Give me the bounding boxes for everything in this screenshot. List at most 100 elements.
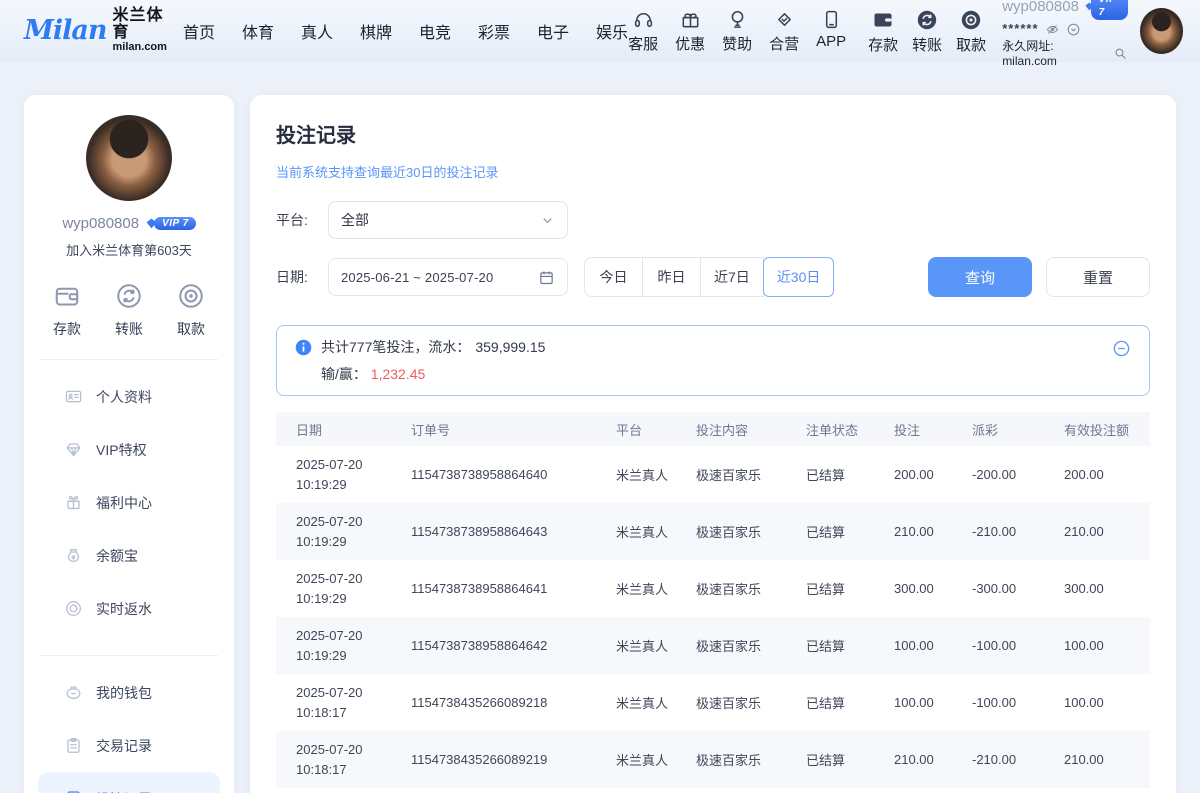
cell-valid: 210.00	[1044, 524, 1150, 539]
wallet-action-1[interactable]: 转账	[912, 8, 942, 55]
wallet-action-label: 转账	[912, 34, 942, 55]
sidebar-shortcut-0[interactable]: 存款	[52, 281, 82, 339]
topnav-item[interactable]: 电竞	[419, 19, 451, 43]
sidebar-item-3[interactable]: 余额宝	[38, 529, 220, 582]
sidebar-item-label: 投注记录	[96, 789, 152, 793]
headset-icon	[632, 8, 655, 31]
cell-platform: 米兰真人	[596, 750, 676, 769]
vip-badge[interactable]: VIP 7	[1084, 0, 1128, 20]
cell-datetime: 2025-07-2010:18:17	[276, 740, 391, 779]
table-header-cell: 平台	[596, 420, 676, 439]
cell-order: 1154738435266089218	[391, 695, 596, 710]
topnav-item[interactable]: 体育	[242, 19, 274, 43]
bet-records-icon	[64, 789, 83, 793]
topnav-item[interactable]: 棋牌	[360, 19, 392, 43]
cell-payout: -210.00	[952, 524, 1044, 539]
quick-action-0[interactable]: 客服	[628, 8, 658, 54]
sidebar: wyp080808 VIP 7 加入米兰体育第603天 存款转账取款 个人资料V…	[24, 95, 234, 793]
cell-payout: -210.00	[952, 752, 1044, 767]
permanent-url-label: 永久网址: milan.com	[1002, 39, 1110, 69]
refresh-circle-icon[interactable]	[1066, 22, 1081, 37]
vip-level-label: VIP 7	[1091, 0, 1128, 20]
quick-range-3[interactable]: 近30日	[763, 257, 835, 297]
sidebar-item-2[interactable]: 福利中心	[38, 476, 220, 529]
wallet-icon	[52, 281, 82, 311]
cell-status: 已结算	[786, 522, 874, 541]
topnav-item[interactable]: 真人	[301, 19, 333, 43]
cell-date: 2025-07-20	[296, 455, 391, 475]
sidebar-vip-badge[interactable]: VIP 7	[145, 217, 196, 230]
quick-action-1[interactable]: 优惠	[675, 8, 705, 54]
table-header-cell: 日期	[276, 420, 391, 439]
topnav-item[interactable]: 首页	[183, 19, 215, 43]
top-bar: Milan 米兰体育 milan.com 首页 体育 真人 棋牌 电竞 彩票 电子 娱乐 客服…	[0, 0, 1200, 62]
cell-time: 10:18:17	[296, 760, 391, 780]
sidebar-shortcut-1[interactable]: 转账	[114, 281, 144, 339]
avatar[interactable]	[1140, 8, 1184, 54]
topnav-item[interactable]: 娱乐	[596, 19, 628, 43]
cell-valid: 200.00	[1044, 467, 1150, 482]
cell-valid: 210.00	[1044, 752, 1150, 767]
sidebar-shortcut-2[interactable]: 取款	[176, 281, 206, 339]
username: wyp080808	[1002, 0, 1079, 16]
cell-status: 已结算	[786, 579, 874, 598]
transfer-filled-icon	[915, 8, 939, 32]
quick-action-label: 合营	[769, 33, 799, 54]
sidebar-item-label: 个人资料	[96, 387, 152, 407]
idcard-icon	[64, 387, 83, 406]
rebate-icon	[64, 599, 83, 618]
quick-actions: 客服优惠赞助合营 APP	[628, 8, 846, 54]
brand-logo-script: Milan	[24, 15, 107, 46]
wallet-action-2[interactable]: 取款	[956, 8, 986, 55]
date-label: 日期:	[276, 267, 328, 287]
cell-time: 10:19:29	[296, 475, 391, 495]
sidebar-item-0[interactable]: 个人资料	[38, 370, 220, 423]
cell-datetime: 2025-07-2010:19:29	[276, 626, 391, 665]
platform-select[interactable]: 全部	[328, 201, 568, 239]
cell-order: 1154738738958864642	[391, 638, 596, 653]
divider	[40, 359, 218, 360]
topnav-item[interactable]: 彩票	[478, 19, 510, 43]
table-row: 2025-07-2010:19:291154738738958864642米兰真…	[276, 617, 1150, 674]
date-range-input[interactable]: 2025-06-21 ~ 2025-07-20	[328, 258, 568, 296]
partner-icon	[773, 8, 796, 31]
quick-action-4[interactable]: APP	[816, 8, 846, 54]
quick-range-0[interactable]: 今日	[584, 257, 643, 297]
cell-bet: 210.00	[874, 752, 952, 767]
wallet-actions: 存款转账取款	[868, 8, 986, 55]
summary-winloss-label: 输/赢：	[321, 366, 367, 382]
sidebar-item-1[interactable]: 交易记录	[38, 719, 220, 772]
sidebar-vip-level-label: VIP 7	[154, 217, 196, 230]
magnifier-icon[interactable]	[1113, 46, 1128, 61]
cell-content: 极速百家乐	[676, 465, 786, 484]
query-button[interactable]: 查询	[928, 257, 1032, 297]
cell-content: 极速百家乐	[676, 750, 786, 769]
cell-bet: 300.00	[874, 581, 952, 596]
sidebar-item-4[interactable]: 实时返水	[38, 582, 220, 635]
sidebar-item-label: 我的钱包	[96, 683, 152, 703]
date-filter-row: 日期: 2025-06-21 ~ 2025-07-20 今日昨日近7日近30日 …	[276, 257, 1150, 297]
eye-off-icon[interactable]	[1045, 22, 1060, 37]
sidebar-item-2[interactable]: 投注记录	[38, 772, 220, 793]
quick-action-2[interactable]: 赞助	[722, 8, 752, 54]
cell-date: 2025-07-20	[296, 626, 391, 646]
quick-range-2[interactable]: 近7日	[700, 257, 764, 297]
gift-icon	[679, 8, 702, 31]
withdraw-filled-icon	[959, 8, 983, 32]
cell-bet: 210.00	[874, 524, 952, 539]
collapse-icon[interactable]	[1112, 339, 1131, 358]
quick-action-3[interactable]: 合营	[769, 8, 799, 54]
wallet-action-0[interactable]: 存款	[868, 8, 898, 55]
cell-time: 10:18:17	[296, 703, 391, 723]
topnav-item[interactable]: 电子	[537, 19, 569, 43]
reset-button[interactable]: 重置	[1046, 257, 1150, 297]
wallet-action-label: 取款	[956, 34, 986, 55]
brand-logo[interactable]: Milan 米兰体育 milan.com	[24, 8, 167, 53]
shortcut-label: 存款	[53, 319, 81, 339]
sidebar-item-0[interactable]: 我的钱包	[38, 666, 220, 719]
cell-date: 2025-07-20	[296, 512, 391, 532]
quick-range-1[interactable]: 昨日	[642, 257, 701, 297]
transactions-icon	[64, 736, 83, 755]
brand-name: 米兰体育	[113, 8, 167, 42]
sidebar-item-1[interactable]: VIP特权	[38, 423, 220, 476]
